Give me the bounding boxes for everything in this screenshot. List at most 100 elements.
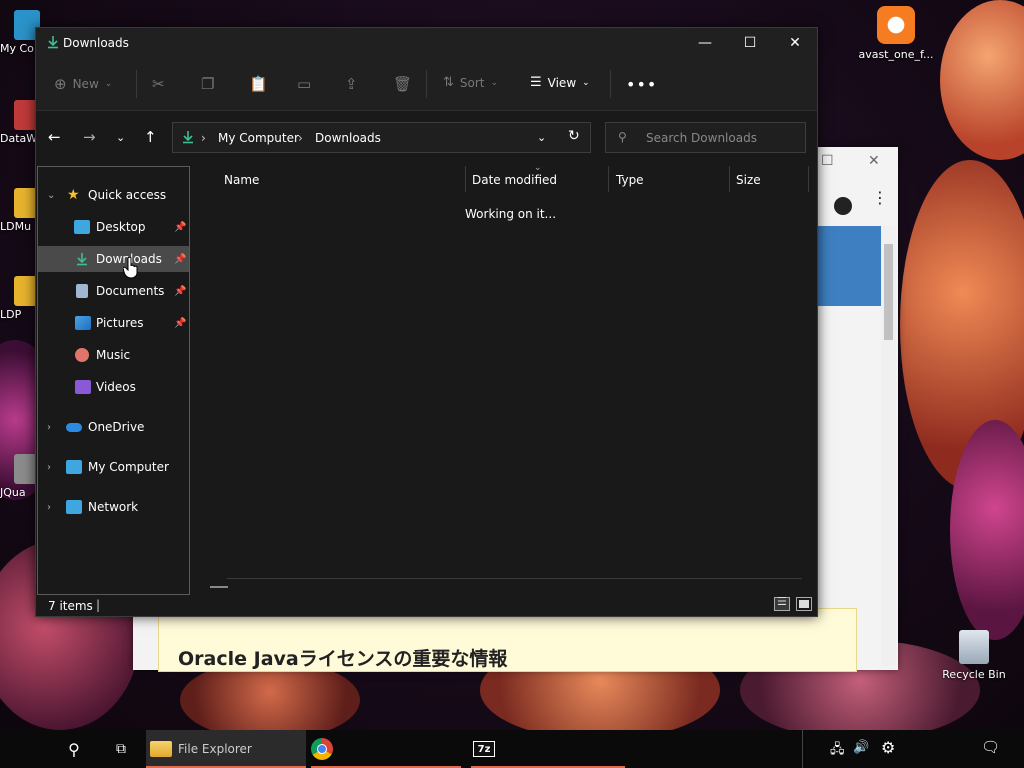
see-more-button[interactable]: ••• (626, 75, 657, 94)
chevron-down-icon: ⌄ (104, 79, 113, 89)
breadcrumb-downloads[interactable]: Downloads (315, 131, 381, 145)
back-button[interactable]: ← (48, 128, 61, 146)
sidebar-item-desktop[interactable]: Desktop 📌 (38, 214, 189, 240)
sidebar-item-pictures[interactable]: Pictures 📌 (38, 310, 189, 336)
view-button[interactable]: ☰ View ⌄ (530, 75, 590, 90)
status-bar: 7 items | ☰ (36, 595, 817, 616)
volume-icon[interactable]: 🔊 (853, 740, 869, 755)
sidebar-item-label: My Computer (88, 460, 169, 474)
trash-icon: 🗑 (393, 75, 413, 93)
file-explorer-window[interactable]: Downloads — ☐ ✕ ⊕ New ⌄ ✂ ❐ 📋 ▭ ⇪ 🗑 ⇅ So… (35, 27, 818, 617)
network-icon[interactable]: 🖧 (830, 740, 845, 762)
cut-button[interactable]: ✂ (152, 75, 165, 93)
task-view-icon: ⧉ (116, 741, 126, 757)
rename-button[interactable]: ▭ (297, 75, 311, 93)
command-bar: ⊕ New ⌄ ✂ ❐ 📋 ▭ ⇪ 🗑 ⇅ Sort ⌄ ☰ View ⌄ ••… (36, 58, 817, 111)
desktop-icon-ldp[interactable]: LDP (0, 276, 40, 321)
page-header-band (818, 226, 881, 306)
taskbar-7zip[interactable]: 7z (471, 730, 625, 768)
scissors-icon: ✂ (152, 75, 165, 93)
desktop-icon-ldmu[interactable]: LDMu (0, 188, 40, 233)
download-arrow-icon (183, 131, 193, 144)
hand-cursor-icon (123, 257, 138, 279)
horizontal-scrollbar[interactable] (227, 578, 802, 579)
view-label: View (547, 75, 577, 90)
chevron-right-icon: › (47, 421, 51, 433)
desktop-icon-label: JQua (0, 486, 26, 499)
breadcrumb-my-computer[interactable]: My Computer (218, 131, 299, 145)
taskbar-item-label: File Explorer (178, 742, 252, 756)
column-divider[interactable] (465, 166, 466, 192)
close-icon[interactable]: ✕ (868, 153, 880, 169)
column-header-size[interactable]: Size (736, 173, 761, 187)
sidebar-item-onedrive[interactable]: › OneDrive (38, 414, 189, 440)
up-button[interactable]: ↑ (144, 128, 157, 146)
plus-circle-icon: ⊕ (54, 75, 67, 93)
desktop-icon-my-computer[interactable]: My Co (0, 10, 40, 55)
minimize-button[interactable]: — (682, 28, 728, 58)
sidebar-item-label: Quick access (88, 188, 167, 202)
notification-icon[interactable]: 🗨 (981, 738, 1000, 756)
browser-toolbar: ⋮ (818, 177, 898, 227)
recent-locations-button[interactable]: ⌄ (116, 131, 125, 144)
pin-icon: 📌 (174, 317, 187, 329)
desktop-icon-jqua[interactable]: JQua (0, 454, 40, 499)
refresh-icon[interactable]: ↻ (568, 128, 580, 144)
desktop-icon-dataw[interactable]: DataW (0, 100, 40, 145)
sidebar-item-my-computer[interactable]: › My Computer (38, 454, 189, 480)
search-button[interactable]: ⚲ (54, 730, 94, 768)
breadcrumb-separator-icon: › (201, 131, 206, 145)
maximize-icon[interactable]: ☐ (821, 153, 834, 169)
close-button[interactable]: ✕ (772, 28, 818, 58)
taskbar-chrome[interactable] (311, 730, 461, 768)
recycle-bin-icon (959, 630, 989, 664)
large-icons-view-button[interactable] (796, 597, 812, 611)
column-header-name[interactable]: Name (224, 173, 259, 187)
task-view-button[interactable]: ⧉ (101, 730, 141, 768)
maximize-button[interactable]: ☐ (727, 28, 773, 58)
column-divider[interactable] (808, 166, 809, 192)
column-header-type[interactable]: Type (616, 173, 644, 187)
column-divider[interactable] (729, 166, 730, 192)
forward-button[interactable]: → (83, 128, 96, 146)
more-menu-icon[interactable]: ⋮ (872, 190, 888, 206)
pin-icon: 📌 (174, 221, 187, 233)
chevron-down-icon: ⌄ (116, 131, 126, 144)
arrow-left-icon: ← (48, 128, 61, 146)
copy-button[interactable]: ❐ (201, 75, 214, 93)
chevron-down-icon: ⌄ (582, 77, 590, 88)
scrollbar-thumb[interactable] (210, 586, 228, 588)
sidebar-item-quick-access[interactable]: ⌄ ★ Quick access (38, 182, 189, 208)
music-icon (75, 348, 89, 362)
address-history-chevron-icon[interactable]: ⌄ (537, 131, 546, 144)
column-header-date-modified[interactable]: Date modified (472, 173, 557, 187)
column-divider[interactable] (608, 166, 609, 192)
address-bar[interactable]: › My Computer › Downloads ⌄ ↻ (172, 122, 591, 153)
new-button[interactable]: ⊕ New ⌄ (54, 75, 112, 93)
taskbar-file-explorer[interactable]: File Explorer (146, 730, 306, 768)
sidebar-item-network[interactable]: › Network (38, 494, 189, 520)
cloud-icon (66, 422, 82, 432)
desktop-icon-recycle-bin[interactable]: Recycle Bin (936, 630, 1012, 681)
sidebar-item-documents[interactable]: Documents 📌 (38, 278, 189, 304)
scrollbar-thumb[interactable] (884, 244, 893, 340)
details-view-button[interactable]: ☰ (774, 595, 790, 611)
search-input[interactable]: ⚲ Search Downloads (605, 122, 806, 153)
profile-icon[interactable] (834, 197, 852, 215)
desktop-icon-label: LDMu (0, 220, 32, 233)
search-placeholder: Search Downloads (646, 131, 757, 145)
navigation-row: ← → ⌄ ↑ › My Computer › Downloads ⌄ ↻ ⚲ … (36, 111, 817, 161)
desktop-icon-label: avast_one_f... (858, 48, 934, 61)
sort-button[interactable]: ⇅ Sort ⌄ (443, 75, 498, 90)
sidebar-item-downloads[interactable]: Downloads 📌 (38, 246, 189, 272)
sidebar-item-music[interactable]: Music (38, 342, 189, 368)
chevron-down-icon: ⌄ (490, 77, 499, 88)
paste-button[interactable]: 📋 (249, 75, 268, 93)
pin-icon: 📌 (174, 285, 187, 297)
desktop-icon-avast[interactable]: avast_one_f... (858, 6, 934, 61)
delete-button[interactable]: 🗑 (393, 75, 412, 93)
sidebar-item-videos[interactable]: Videos (38, 374, 189, 400)
share-button[interactable]: ⇪ (345, 75, 358, 93)
gear-icon[interactable]: ⚙ (881, 738, 895, 757)
wallpaper-shape (940, 0, 1024, 160)
